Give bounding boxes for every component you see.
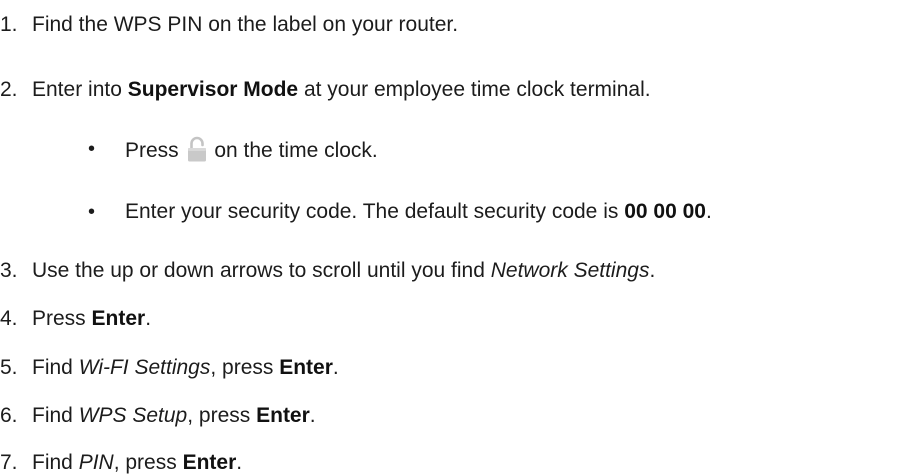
substep-text: Enter your security code. The default se… xyxy=(125,200,712,223)
instruction-list: 1. Find the WPS PIN on the label on your… xyxy=(0,0,901,474)
substep-text: Press on the time clock. xyxy=(125,136,378,164)
wps-setup-label: WPS Setup xyxy=(78,404,188,427)
step-text: Enter into Supervisor Mode at your emplo… xyxy=(32,78,651,101)
enter-key-label: Enter xyxy=(279,356,333,379)
step-text: Find Wi-FI Settings, press Enter. xyxy=(32,356,339,379)
default-code: 00 00 00 xyxy=(624,200,706,223)
step-text: Use the up or down arrows to scroll unti… xyxy=(32,259,656,282)
step-number: 7. xyxy=(0,451,18,474)
step-number: 4. xyxy=(0,307,18,330)
step-text: Find PIN, press Enter. xyxy=(32,451,243,474)
step-number: 2. xyxy=(0,78,18,101)
step-number: 3. xyxy=(0,259,18,282)
bullet: • xyxy=(88,138,96,160)
step-number: 1. xyxy=(0,13,18,36)
step-number: 6. xyxy=(0,404,18,427)
supervisor-mode-label: Supervisor Mode xyxy=(127,78,299,101)
bullet: • xyxy=(88,201,96,223)
enter-key-label: Enter xyxy=(91,307,146,330)
pin-label: PIN xyxy=(78,451,114,474)
step-text: Find the WPS PIN on the label on your ro… xyxy=(32,13,459,36)
step-number: 5. xyxy=(0,356,18,379)
step-text: Press Enter. xyxy=(32,307,152,330)
enter-key-label: Enter xyxy=(256,404,310,427)
enter-key-label: Enter xyxy=(182,451,237,474)
wifi-settings-label: Wi-FI Settings xyxy=(78,356,211,379)
step-text: Find WPS Setup, press Enter. xyxy=(32,404,316,427)
padlock-icon xyxy=(187,136,207,162)
network-settings-label: Network Settings xyxy=(490,259,650,282)
